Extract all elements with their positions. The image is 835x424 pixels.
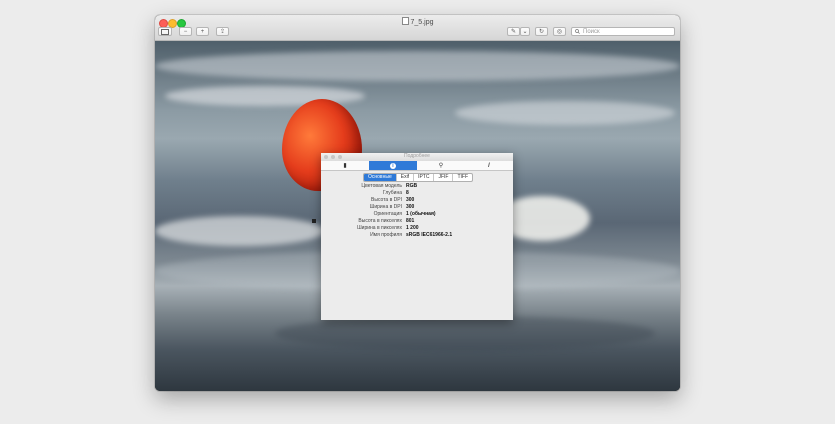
segment-jfif[interactable]: JFIF <box>433 174 452 181</box>
search-icon <box>575 29 580 34</box>
tab-general-info[interactable]: i <box>369 161 417 170</box>
inspector-tab-bar: ▮ i ⚲ / <box>321 161 513 171</box>
metadata-segmented-control: Основные Exif IPTC JFIF TIFF <box>363 173 474 182</box>
property-row: Глубина 8 <box>321 190 513 197</box>
property-value: 8 <box>406 190 409 196</box>
search-placeholder: Поиск <box>583 28 600 35</box>
pencil-icon: / <box>488 162 490 169</box>
zoom-in-icon: + <box>200 28 205 35</box>
inspector-panel: Подробнее ▮ i ⚲ / Основные Exif IPTC JFI… <box>321 153 513 320</box>
balloon-basket <box>312 219 316 223</box>
property-value: sRGB IEC61966-2.1 <box>406 232 453 238</box>
window-titlebar: 7_5.jpg − + ⇪ ✎ ⌄ ↻ ◎ Поиск <box>155 15 680 41</box>
segment-iptc[interactable]: IPTC <box>413 174 433 181</box>
sidebar-icon <box>161 28 169 35</box>
property-value: 1 200 <box>406 225 419 231</box>
property-row: Ширина в DPI 300 <box>321 204 513 211</box>
chevron-down-icon: ⌄ <box>522 28 528 35</box>
share-icon: ⇪ <box>219 28 226 35</box>
property-label: Цветовая модель <box>361 183 402 189</box>
preview-window: 7_5.jpg − + ⇪ ✎ ⌄ ↻ ◎ Поиск Подробнее ▮ … <box>155 15 680 391</box>
annotate-icon: ◎ <box>556 28 563 35</box>
property-row: Высота в пикселях 801 <box>321 218 513 225</box>
document-icon <box>401 17 409 25</box>
window-title: 7_5.jpg <box>155 17 680 26</box>
markup-button[interactable]: ✎ <box>507 27 520 36</box>
segment-general[interactable]: Основные <box>364 174 396 181</box>
magnifier-icon: ⚲ <box>438 163 444 169</box>
annotate-button[interactable]: ◎ <box>553 27 566 36</box>
share-button[interactable]: ⇪ <box>216 27 229 36</box>
property-row: Цветовая модель RGB <box>321 183 513 190</box>
property-row: Ширина в пикселях 1 200 <box>321 225 513 232</box>
property-label: Ширина в DPI <box>369 204 402 210</box>
window-title-text: 7_5.jpg <box>410 19 434 26</box>
tab-magnifier[interactable]: ⚲ <box>417 161 465 170</box>
property-label: Имя профиля <box>370 232 402 238</box>
inspector-titlebar: Подробнее <box>321 153 513 161</box>
rotate-icon: ↻ <box>538 28 545 35</box>
document-icon: ▮ <box>343 163 347 169</box>
property-label: Ширина в пикселях <box>357 225 402 231</box>
info-icon: i <box>390 162 396 169</box>
property-label: Глубина <box>382 190 402 196</box>
zoom-in-button[interactable]: + <box>196 27 209 36</box>
tab-file-info[interactable]: ▮ <box>321 161 369 170</box>
tab-annotations[interactable]: / <box>465 161 513 170</box>
property-label: Ориентация <box>373 211 402 217</box>
property-list: Цветовая модель RGB Глубина 8 Высота в D… <box>321 183 513 239</box>
property-row: Ориентация 1 (обычная) <box>321 211 513 218</box>
property-label: Высота в пикселях <box>358 218 402 224</box>
segment-tiff[interactable]: TIFF <box>452 174 472 181</box>
property-value: 1 (обычная) <box>406 211 436 217</box>
property-row: Высота в DPI 300 <box>321 197 513 204</box>
property-row: Имя профиля sRGB IEC61966-2.1 <box>321 232 513 239</box>
rotate-button[interactable]: ↻ <box>535 27 548 36</box>
zoom-out-button[interactable]: − <box>179 27 192 36</box>
photo-canvas: Подробнее ▮ i ⚲ / Основные Exif IPTC JFI… <box>155 41 680 391</box>
property-value: 801 <box>406 218 415 224</box>
inspector-title: Подробнее <box>404 153 430 159</box>
property-value: 300 <box>406 197 415 203</box>
markup-menu-button[interactable]: ⌄ <box>520 27 530 36</box>
sidebar-toggle-button[interactable] <box>158 27 172 36</box>
search-field[interactable]: Поиск <box>571 27 675 36</box>
property-value: 300 <box>406 204 415 210</box>
property-label: Высота в DPI <box>371 197 402 203</box>
segment-exif[interactable]: Exif <box>395 174 413 181</box>
property-value: RGB <box>406 183 418 189</box>
pen-icon: ✎ <box>510 28 517 35</box>
zoom-out-icon: − <box>183 28 188 35</box>
